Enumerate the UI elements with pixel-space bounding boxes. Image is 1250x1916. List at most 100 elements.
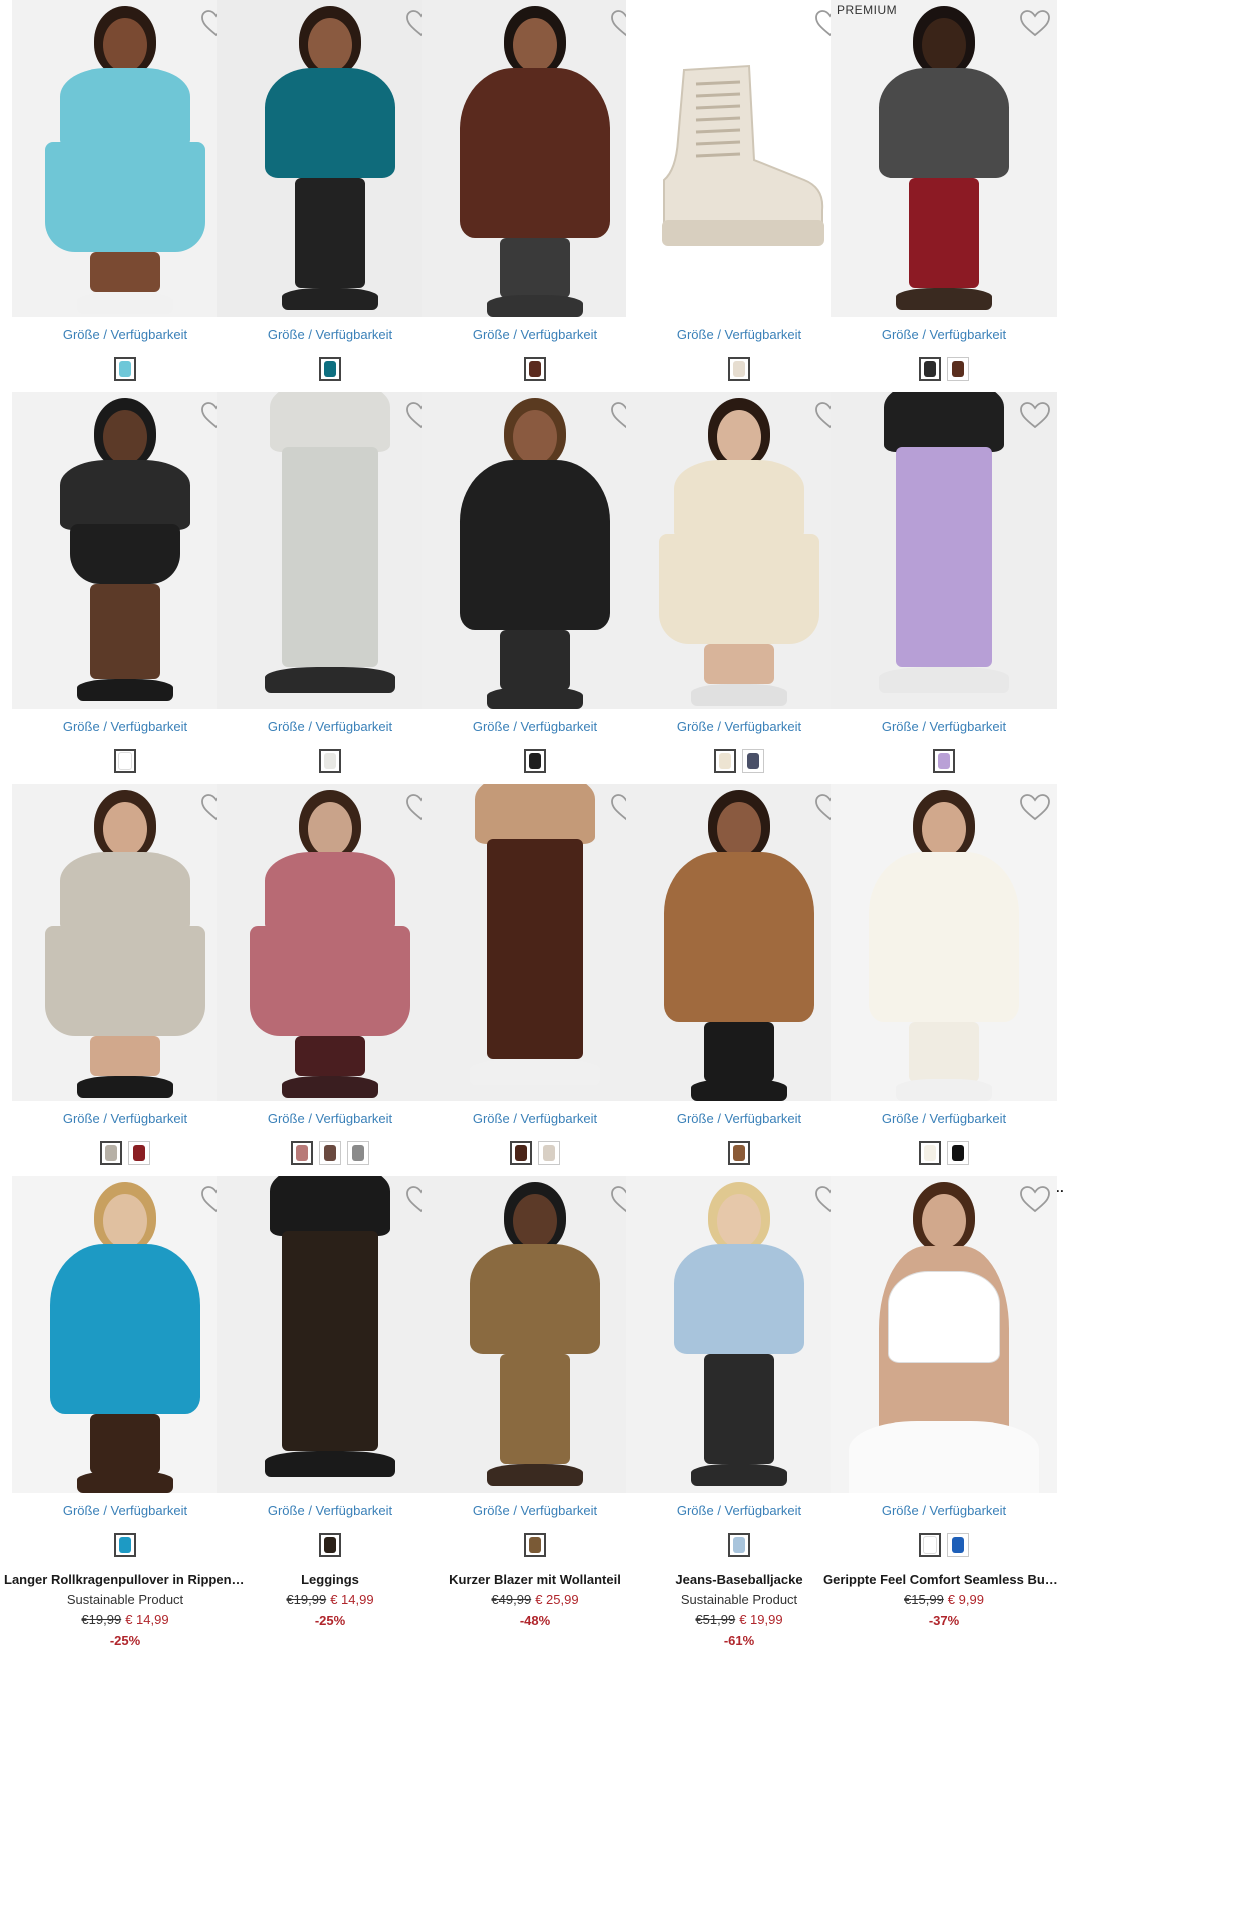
wishlist-heart-icon[interactable] [1019, 8, 1051, 38]
color-swatch[interactable] [947, 1533, 969, 1557]
swatch-color [733, 361, 745, 377]
product-image[interactable] [831, 1176, 1057, 1493]
color-swatch[interactable] [919, 1533, 941, 1557]
model-top [470, 1244, 600, 1354]
model-legs [90, 252, 160, 292]
model-legs [909, 1022, 979, 1082]
color-swatch[interactable] [742, 749, 764, 773]
model-shoes [77, 292, 173, 314]
color-swatch[interactable] [919, 1141, 941, 1165]
product-card[interactable]: Größe / Verfügbarkeit Gerippte Feel Comfo… [819, 1176, 1069, 1654]
swatch-color [543, 1145, 555, 1161]
model-legs [896, 447, 992, 667]
wishlist-heart-icon[interactable] [1019, 400, 1051, 430]
model-figure [230, 784, 430, 1101]
swatch-color [133, 1145, 145, 1161]
color-swatch[interactable] [728, 357, 750, 381]
color-swatch[interactable] [524, 1533, 546, 1557]
product-image[interactable] [831, 392, 1057, 709]
model-figure [230, 0, 430, 317]
model-top [265, 68, 395, 178]
model-figure [844, 392, 1044, 709]
model-head [103, 410, 147, 464]
model-legs [90, 584, 160, 679]
product-image[interactable]: PREMIUM [831, 0, 1057, 317]
model-top [879, 68, 1009, 178]
color-swatch[interactable] [291, 1141, 313, 1165]
color-swatch[interactable] [947, 1141, 969, 1165]
size-availability-link[interactable]: Größe / Verfügbarkeit [819, 1503, 1069, 1518]
wishlist-heart-icon[interactable] [1019, 792, 1051, 822]
discount-badge: -37% [928, 1613, 960, 1628]
color-swatch[interactable] [114, 749, 136, 773]
model-top [60, 68, 190, 148]
color-swatch[interactable] [319, 1141, 341, 1165]
color-swatch[interactable] [319, 357, 341, 381]
model-legs [90, 1036, 160, 1076]
color-swatch[interactable] [919, 357, 941, 381]
swatch-color [924, 1145, 936, 1161]
model-figure [844, 1176, 1044, 1493]
model-shoes [282, 1076, 378, 1098]
old-price: €51,99 [695, 1612, 736, 1627]
color-swatch[interactable] [933, 749, 955, 773]
color-swatch[interactable] [538, 1141, 560, 1165]
model-shoes [487, 1464, 583, 1486]
model-head [922, 18, 966, 72]
color-swatch[interactable] [714, 749, 736, 773]
swatch-color [747, 753, 759, 769]
model-legs [909, 178, 979, 288]
model-shoes [487, 687, 583, 709]
sale-price: € 9,99 [947, 1592, 984, 1607]
swatch-color [324, 1537, 336, 1553]
model-top [869, 852, 1019, 1022]
old-price: €49,99 [491, 1592, 532, 1607]
old-price: €19,99 [286, 1592, 327, 1607]
wishlist-heart-icon[interactable] [1019, 1184, 1051, 1214]
swatch-color [515, 1145, 527, 1161]
model-shoes [879, 667, 1009, 693]
model-shoes [77, 1076, 173, 1098]
color-swatch[interactable] [728, 1533, 750, 1557]
color-swatch[interactable] [114, 357, 136, 381]
color-swatches [819, 1141, 1069, 1165]
model-legs [282, 1231, 378, 1451]
color-swatches [819, 357, 1069, 381]
color-swatch[interactable] [319, 1533, 341, 1557]
model-legs [704, 644, 774, 684]
color-swatch[interactable] [728, 1141, 750, 1165]
model-head [308, 18, 352, 72]
model-figure [639, 392, 839, 709]
product-title[interactable]: Gerippte Feel Comfort Seamless Bustier [823, 1572, 1065, 1587]
size-availability-link[interactable]: Größe / Verfügbarkeit [819, 327, 1069, 342]
product-image[interactable] [831, 784, 1057, 1101]
color-swatch[interactable] [524, 749, 546, 773]
model-figure [230, 1176, 430, 1493]
color-swatch[interactable] [100, 1141, 122, 1165]
color-swatch[interactable] [114, 1533, 136, 1557]
size-availability-link[interactable]: Größe / Verfügbarkeit [819, 719, 1069, 734]
model-top [460, 68, 610, 238]
color-swatch[interactable] [510, 1141, 532, 1165]
swatch-color [118, 752, 132, 770]
model-legs [282, 447, 378, 667]
sale-price: € 25,99 [535, 1592, 579, 1607]
model-legs [295, 178, 365, 288]
size-availability-link[interactable]: Größe / Verfügbarkeit [819, 1111, 1069, 1126]
color-swatch[interactable] [319, 749, 341, 773]
model-head [922, 802, 966, 856]
model-shoes [282, 288, 378, 310]
swatch-color [119, 361, 131, 377]
color-swatch[interactable] [128, 1141, 150, 1165]
model-top [460, 460, 610, 630]
model-shoes [691, 684, 787, 706]
model-shoes [77, 679, 173, 701]
swatch-color [324, 361, 336, 377]
color-swatch[interactable] [347, 1141, 369, 1165]
swatch-color [938, 753, 950, 769]
color-swatch[interactable] [947, 357, 969, 381]
swatch-color [952, 1537, 964, 1553]
color-swatch[interactable] [524, 357, 546, 381]
swatch-color [119, 1537, 131, 1553]
color-swatches [819, 749, 1069, 773]
